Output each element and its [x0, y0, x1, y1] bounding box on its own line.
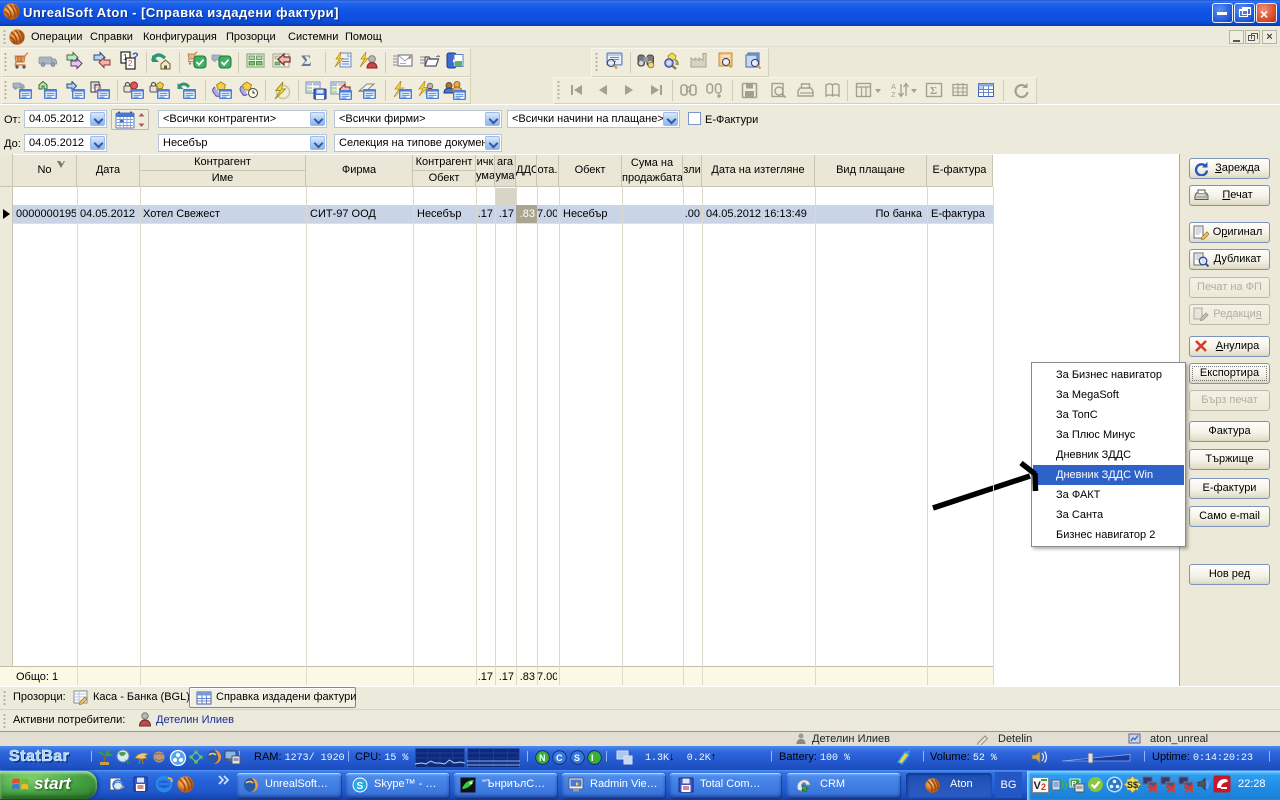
svg-text:N: N: [539, 753, 546, 763]
svg-text:S: S: [574, 753, 580, 763]
svg-text:S: S: [357, 781, 364, 792]
svg-text:2: 2: [1041, 782, 1046, 792]
svg-text:Σ: Σ: [301, 53, 311, 70]
svg-text:I: I: [591, 753, 594, 763]
svg-text:Σ: Σ: [930, 85, 937, 97]
svg-text:S$: S$: [1127, 780, 1138, 790]
svg-text:Z: Z: [891, 90, 896, 99]
svg-text:C: C: [556, 753, 563, 763]
svg-text:?: ?: [132, 51, 139, 63]
